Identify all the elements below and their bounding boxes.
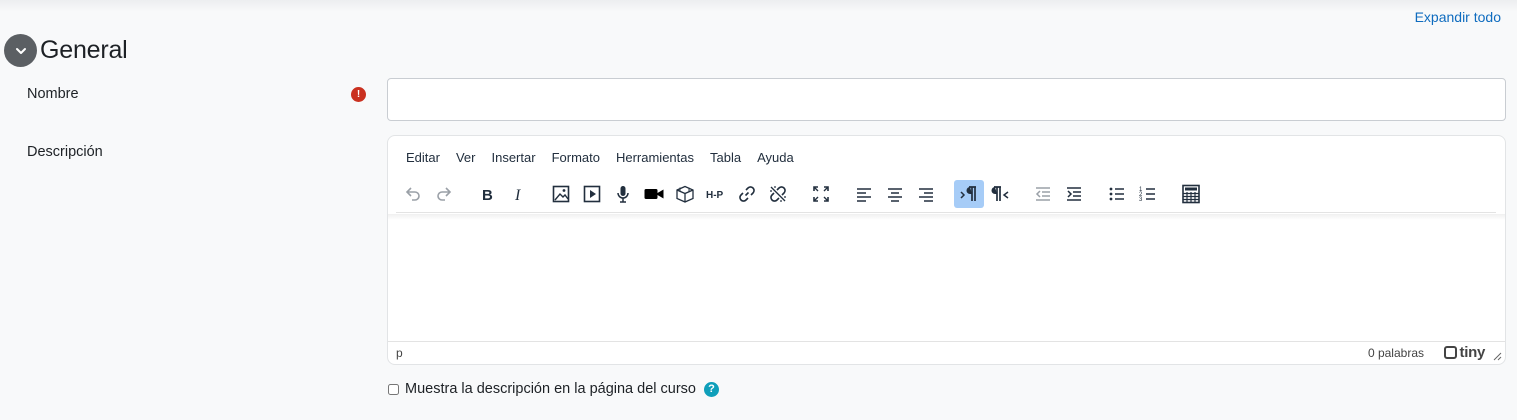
editor-statusbar: p 0 palabras tiny — [388, 341, 1505, 364]
menu-tabla[interactable]: Tabla — [702, 148, 749, 167]
tiny-logo[interactable]: tiny — [1443, 344, 1486, 361]
rtl-icon — [991, 186, 1009, 201]
h5p-icon: H-P — [706, 190, 724, 201]
unlink-icon — [770, 186, 786, 202]
media-button[interactable] — [577, 180, 607, 208]
rtl-button[interactable] — [985, 180, 1015, 208]
chevron-down-icon — [15, 47, 26, 54]
element-path[interactable]: p — [396, 346, 403, 360]
image-button[interactable] — [546, 180, 576, 208]
record-video-icon — [644, 189, 664, 199]
record-audio-icon — [617, 186, 629, 203]
h5p-button[interactable]: H-P — [701, 180, 731, 208]
section-title: General — [40, 36, 128, 64]
outdent-icon — [1035, 187, 1050, 201]
description-label: Descripción — [27, 144, 103, 160]
svg-text:B: B — [482, 187, 493, 204]
show-description-label[interactable]: Muestra la descripción en la página del … — [405, 381, 696, 397]
bold-button[interactable]: B — [472, 180, 502, 208]
align-center-icon — [888, 188, 902, 202]
align-right-icon — [919, 188, 933, 202]
equation-icon — [1182, 184, 1200, 204]
italic-button[interactable]: I — [503, 180, 533, 208]
menu-formato[interactable]: Formato — [544, 148, 608, 167]
undo-icon — [405, 187, 420, 201]
rich-text-editor: Editar Ver Insertar Formato Herramientas… — [387, 135, 1506, 365]
media-icon — [583, 185, 601, 203]
image-icon — [552, 185, 570, 203]
top-shadow — [0, 0, 1517, 12]
align-left-icon — [857, 188, 871, 202]
exclamation-icon: ! — [351, 87, 366, 102]
ltr-icon — [960, 186, 976, 201]
numbered-list-icon: 123 — [1139, 187, 1155, 203]
fullscreen-button[interactable] — [806, 180, 836, 208]
menu-editar[interactable]: Editar — [398, 148, 448, 167]
outdent-button[interactable] — [1028, 180, 1058, 208]
name-label: Nombre — [27, 86, 79, 102]
record-video-button[interactable] — [639, 180, 669, 208]
menu-ver[interactable]: Ver — [448, 148, 484, 167]
unlink-button[interactable] — [763, 180, 793, 208]
menu-ayuda[interactable]: Ayuda — [749, 148, 802, 167]
menu-insertar[interactable]: Insertar — [483, 148, 543, 167]
link-icon — [739, 186, 755, 202]
menu-herramientas[interactable]: Herramientas — [608, 148, 702, 167]
bold-icon: B — [482, 187, 493, 204]
name-input[interactable] — [387, 78, 1506, 121]
expand-all-link[interactable]: Expandir todo — [1415, 9, 1501, 25]
indent-icon — [1067, 187, 1081, 201]
editor-content-area[interactable] — [388, 220, 1505, 340]
editor-toolbar: B I H-P 1 2 3 — [398, 179, 1207, 209]
redo-icon — [437, 187, 452, 201]
collapse-section-button[interactable] — [4, 34, 37, 67]
help-icon[interactable]: ? — [703, 381, 719, 397]
tiny-logo-icon — [1443, 346, 1457, 359]
record-audio-button[interactable] — [608, 180, 638, 208]
svg-text:I: I — [514, 187, 521, 204]
content-bank-icon — [676, 185, 694, 203]
numbered-list-button[interactable]: 123 — [1133, 180, 1163, 208]
undo-button[interactable] — [398, 180, 428, 208]
bullet-list-button[interactable] — [1102, 180, 1132, 208]
show-description-row: Muestra la descripción en la página del … — [388, 381, 719, 397]
bullet-list-icon — [1109, 187, 1124, 201]
equation-button[interactable] — [1176, 180, 1206, 208]
resize-handle-icon[interactable] — [1492, 351, 1502, 361]
content-bank-button[interactable] — [670, 180, 700, 208]
align-left-button[interactable] — [849, 180, 879, 208]
editor-menubar: Editar Ver Insertar Formato Herramientas… — [398, 146, 802, 168]
fullscreen-icon — [813, 186, 829, 202]
word-count[interactable]: 0 palabras — [1368, 346, 1424, 360]
ltr-button[interactable] — [954, 180, 984, 208]
tiny-logo-text: tiny — [1459, 344, 1486, 361]
redo-button[interactable] — [429, 180, 459, 208]
link-button[interactable] — [732, 180, 762, 208]
indent-button[interactable] — [1059, 180, 1089, 208]
svg-text:3: 3 — [1139, 197, 1143, 203]
align-right-button[interactable] — [911, 180, 941, 208]
align-center-button[interactable] — [880, 180, 910, 208]
svg-text:H-P: H-P — [706, 190, 724, 201]
toolbar-divider — [396, 212, 1496, 213]
italic-icon: I — [514, 187, 521, 204]
section-header-general[interactable]: General — [4, 34, 128, 67]
show-description-checkbox[interactable] — [388, 383, 399, 395]
